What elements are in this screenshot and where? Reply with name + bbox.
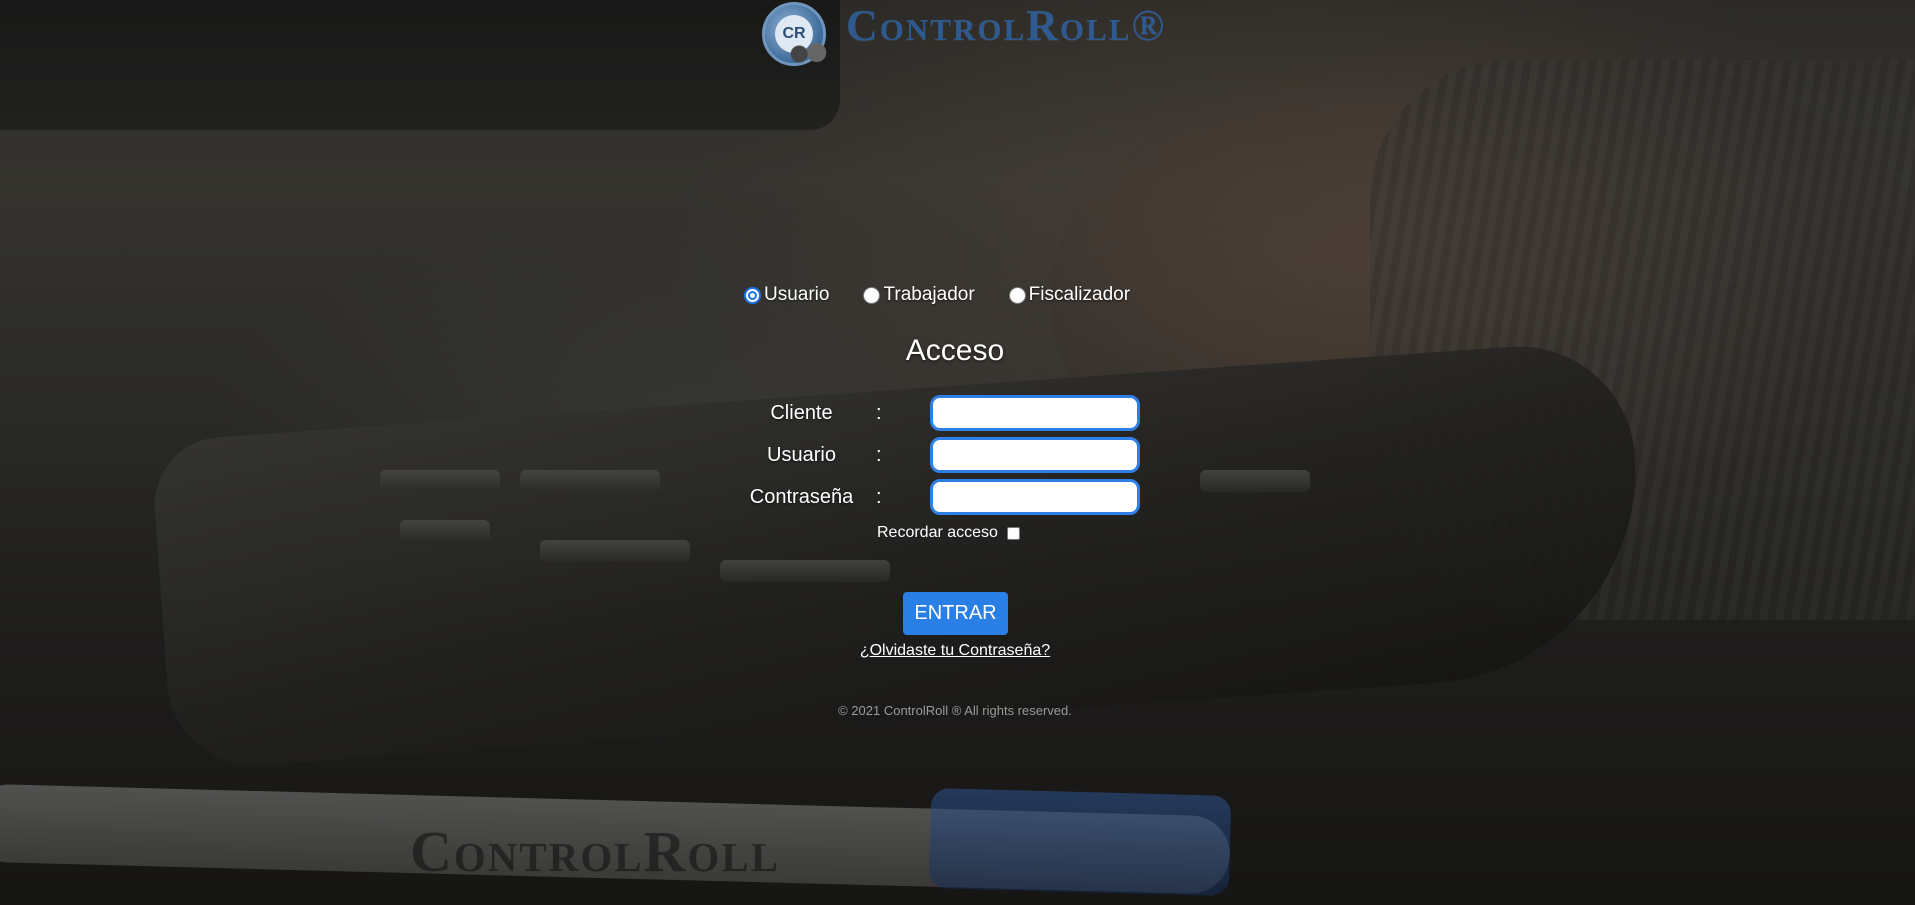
radio-trabajador[interactable] <box>863 286 881 304</box>
usuario-row: Usuario : <box>0 437 1915 473</box>
login-button[interactable]: ENTRAR <box>903 592 1008 635</box>
page-title: Acceso <box>905 334 1005 367</box>
password-label: Contraseña <box>749 486 854 508</box>
remember-label: Recordar acceso <box>877 524 998 541</box>
password-input[interactable] <box>930 479 1140 515</box>
role-label-trabajador: Trabajador <box>883 284 975 305</box>
remember-checkbox[interactable] <box>1006 526 1020 540</box>
cliente-colon: : <box>876 402 882 424</box>
login-page: ControlRoll CR ControlRoll® Usuario Trab… <box>0 0 1915 905</box>
password-row: Contraseña : <box>0 479 1915 515</box>
role-option-trabajador[interactable]: Trabajador <box>863 284 975 306</box>
logo-wordmark: ControlRoll® <box>846 1 1167 50</box>
radio-fiscalizador[interactable] <box>1008 286 1026 304</box>
usuario-input[interactable] <box>930 437 1140 473</box>
role-option-usuario[interactable]: Usuario <box>744 284 829 306</box>
role-label-fiscalizador: Fiscalizador <box>1028 284 1131 305</box>
cliente-row: Cliente : <box>0 395 1915 431</box>
cliente-input[interactable] <box>930 395 1140 431</box>
usuario-label: Usuario <box>767 444 836 466</box>
password-colon: : <box>876 486 882 508</box>
cliente-label: Cliente <box>770 402 833 424</box>
role-label-usuario: Usuario <box>764 284 830 305</box>
role-option-fiscalizador[interactable]: Fiscalizador <box>1008 284 1131 306</box>
forgot-password-link[interactable]: ¿Olvidaste tu Contraseña? <box>0 642 1910 660</box>
usuario-colon: : <box>876 444 882 466</box>
copyright-footer: © 2021 ControlRoll ® All rights reserved… <box>838 703 1072 718</box>
role-selector: Usuario Trabajador Fiscalizador <box>744 284 1130 306</box>
controlroll-logo: CR ControlRoll® <box>760 0 1166 76</box>
logo-mark-icon: CR <box>760 0 840 72</box>
radio-usuario[interactable] <box>744 286 761 304</box>
gears-icon <box>786 40 830 68</box>
remember-access: Recordar acceso <box>877 524 1020 542</box>
